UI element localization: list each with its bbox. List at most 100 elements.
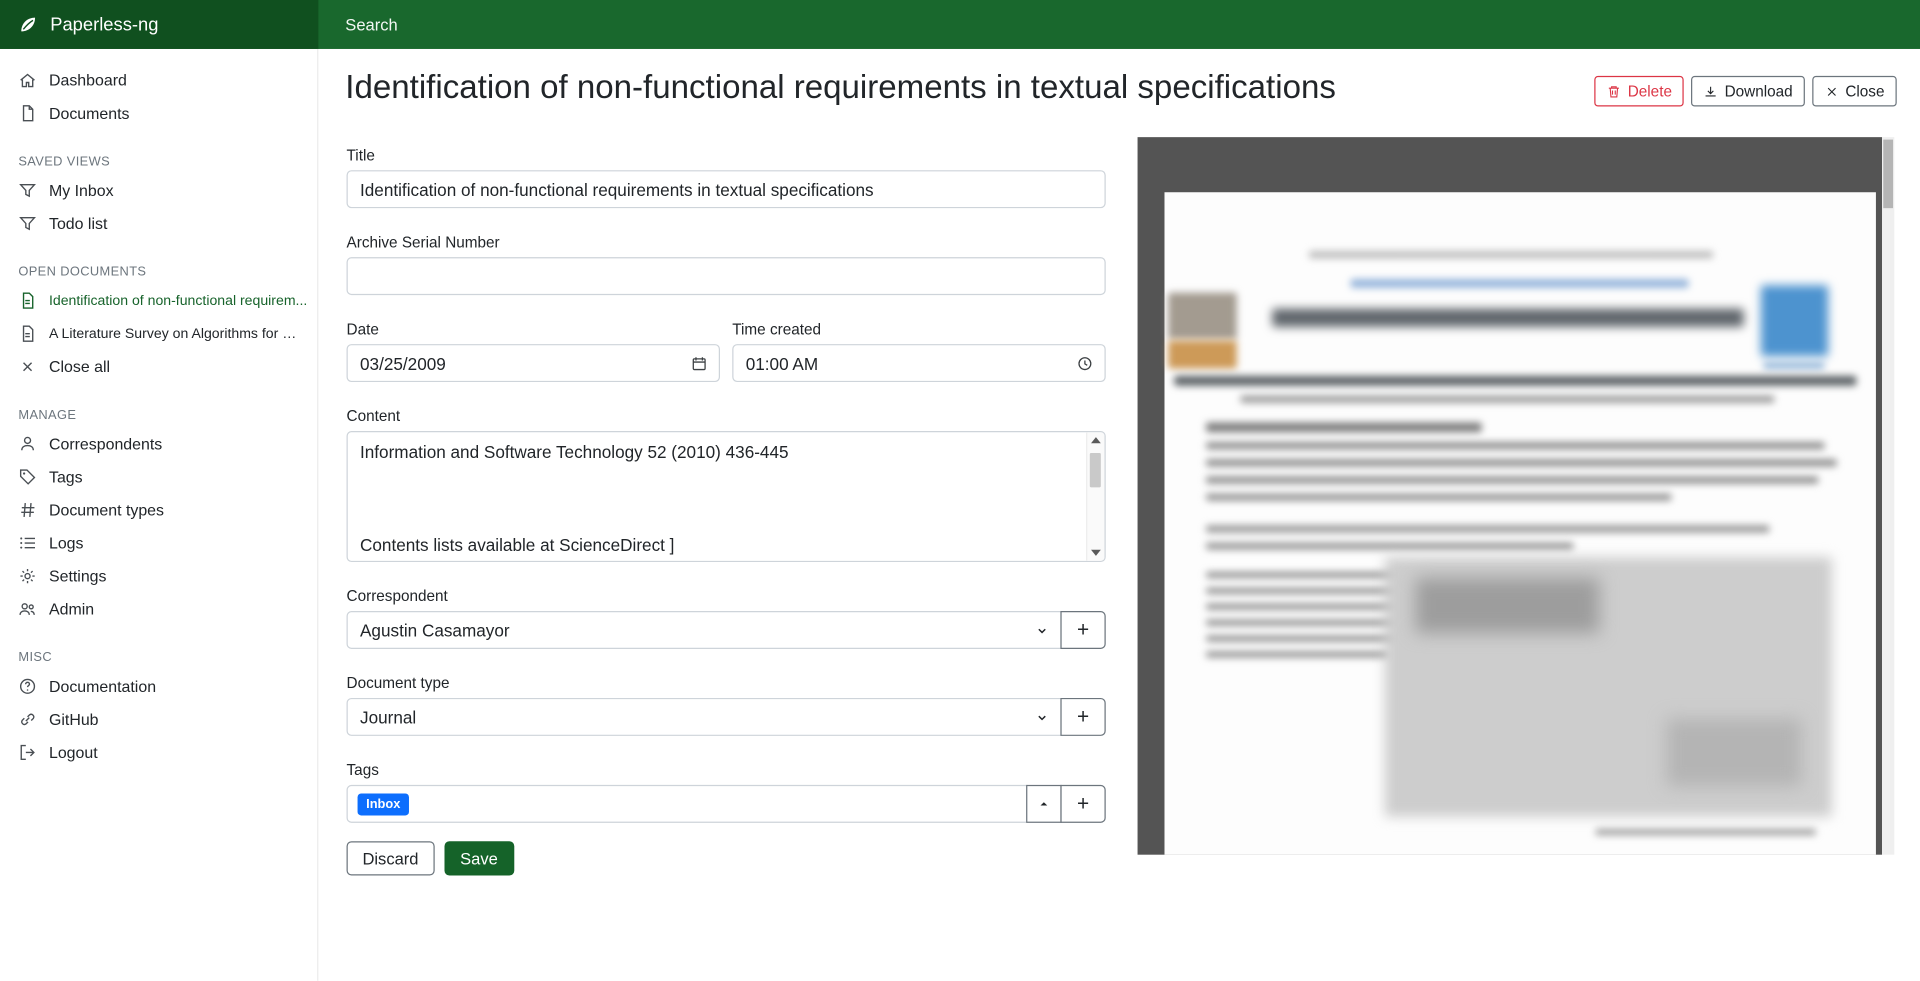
people-icon <box>18 600 36 618</box>
filter-icon <box>18 214 36 232</box>
sidebar-item-github[interactable]: GitHub <box>0 703 317 736</box>
title-label: Title <box>347 147 1106 164</box>
chevron-down-icon <box>1035 710 1050 725</box>
blur-blob <box>1206 422 1482 432</box>
content-field-group: Content Information and Software Technol… <box>347 408 1106 562</box>
blur-blob <box>1174 376 1856 386</box>
asn-field-group: Archive Serial Number <box>347 234 1106 295</box>
blur-blob <box>1761 285 1828 356</box>
delete-button[interactable]: Delete <box>1595 76 1685 107</box>
blur-blob <box>1206 588 1414 594</box>
clock-icon[interactable] <box>1076 354 1093 371</box>
sidebar-item-documents[interactable]: Documents <box>0 97 317 130</box>
main-content: Identification of non-functional require… <box>320 49 1920 981</box>
date-input[interactable]: 03/25/2009 <box>347 344 720 382</box>
blur-blob <box>1206 620 1408 626</box>
date-time-row: Date 03/25/2009 Time created 01:00 AM <box>347 321 1106 382</box>
blur-blob <box>1206 459 1837 466</box>
content-text-line: Information and Software Technology 52 (… <box>360 442 1073 462</box>
asn-input[interactable] <box>347 257 1106 295</box>
calendar-icon[interactable] <box>691 354 708 371</box>
add-document-type-button[interactable]: + <box>1060 698 1105 736</box>
file-text-icon <box>18 324 36 342</box>
tags-field-group: Tags Inbox + <box>347 762 1106 823</box>
discard-button[interactable]: Discard <box>347 841 435 875</box>
gear-icon <box>18 567 36 585</box>
sidebar-item-label: Logout <box>49 743 98 761</box>
blur-blob <box>1416 578 1600 633</box>
correspondent-field-group: Correspondent Agustin Casamayor + <box>347 588 1106 649</box>
blur-blob <box>1596 829 1816 835</box>
add-correspondent-button[interactable]: + <box>1060 611 1105 649</box>
sidebar-item-my-inbox[interactable]: My Inbox <box>0 174 317 207</box>
question-circle-icon <box>18 677 36 695</box>
sidebar-open-document-2[interactable]: A Literature Survey on Algorithms for Mu… <box>0 317 317 350</box>
blur-blob <box>1272 309 1743 327</box>
content-textarea[interactable]: Information and Software Technology 52 (… <box>347 431 1106 562</box>
sidebar-item-label: Correspondents <box>49 435 162 453</box>
tag-badge-inbox: Inbox <box>358 793 409 815</box>
hash-icon <box>18 501 36 519</box>
blur-blob <box>1206 651 1390 657</box>
correspondent-label: Correspondent <box>347 588 1106 605</box>
save-button[interactable]: Save <box>444 841 514 875</box>
sidebar-item-logout[interactable]: Logout <box>0 736 317 769</box>
tags-input[interactable]: Inbox <box>347 785 1028 823</box>
content-text-line: Contents lists available at ScienceDirec… <box>360 535 674 555</box>
sidebar-item-tags[interactable]: Tags <box>0 460 317 493</box>
link-icon <box>18 710 36 728</box>
scroll-up-arrow-icon[interactable] <box>1091 437 1101 443</box>
search-bar <box>318 0 1920 49</box>
sidebar-item-correspondents[interactable]: Correspondents <box>0 427 317 460</box>
sidebar-item-settings[interactable]: Settings <box>0 560 317 593</box>
sidebar-item-close-all[interactable]: Close all <box>0 350 317 383</box>
preview-scrollbar-thumb[interactable] <box>1883 140 1893 209</box>
tags-dropdown-toggle[interactable] <box>1026 785 1062 823</box>
close-icon <box>1825 84 1840 99</box>
download-button[interactable]: Download <box>1692 76 1805 107</box>
sidebar-item-label: Tags <box>49 468 83 486</box>
list-icon <box>18 534 36 552</box>
blur-blob <box>1351 279 1689 288</box>
sidebar-item-document-types[interactable]: Document types <box>0 493 317 526</box>
close-icon <box>18 358 36 376</box>
sidebar-item-label: Documents <box>49 104 130 122</box>
brand[interactable]: Paperless-ng <box>0 0 318 49</box>
preview-scrollbar[interactable] <box>1882 137 1894 855</box>
content-scrollbar-thumb[interactable] <box>1090 453 1101 487</box>
tag-icon <box>18 468 36 486</box>
blur-blob <box>1240 396 1774 403</box>
content-scrollbar[interactable] <box>1086 432 1104 561</box>
download-icon <box>1704 84 1719 99</box>
scroll-down-arrow-icon[interactable] <box>1091 550 1101 556</box>
sidebar-item-label: GitHub <box>49 710 99 728</box>
blur-blob <box>1763 362 1824 368</box>
sidebar-open-document-1[interactable]: Identification of non-functional require… <box>0 284 317 317</box>
sidebar-item-todo-list[interactable]: Todo list <box>0 207 317 240</box>
section-title-saved-views: SAVED VIEWS <box>0 149 317 173</box>
time-input[interactable]: 01:00 AM <box>732 344 1105 382</box>
search-input[interactable] <box>345 15 933 33</box>
person-icon <box>18 435 36 453</box>
pdf-page <box>1164 192 1875 854</box>
chevron-down-icon <box>1035 623 1050 638</box>
document-type-select[interactable]: Journal <box>347 698 1062 736</box>
date-field-group: Date 03/25/2009 <box>347 321 720 382</box>
sidebar-item-documentation[interactable]: Documentation <box>0 670 317 703</box>
document-preview[interactable] <box>1138 137 1882 855</box>
download-button-label: Download <box>1725 83 1793 100</box>
app-viewport: Paperless-ng Dashboard Documents SAVED V… <box>0 0 1920 981</box>
brand-label: Paperless-ng <box>50 14 158 35</box>
blur-blob <box>1206 442 1824 449</box>
sidebar-item-dashboard[interactable]: Dashboard <box>0 64 317 97</box>
sidebar-item-label: Admin <box>49 600 94 618</box>
file-text-icon <box>18 291 36 309</box>
filter-icon <box>18 181 36 199</box>
close-button[interactable]: Close <box>1812 76 1896 107</box>
sidebar-item-logs[interactable]: Logs <box>0 527 317 560</box>
title-input[interactable] <box>347 170 1106 208</box>
correspondent-select[interactable]: Agustin Casamayor <box>347 611 1062 649</box>
document-type-value: Journal <box>360 707 416 727</box>
add-tag-button[interactable]: + <box>1060 785 1105 823</box>
sidebar-item-admin[interactable]: Admin <box>0 593 317 626</box>
